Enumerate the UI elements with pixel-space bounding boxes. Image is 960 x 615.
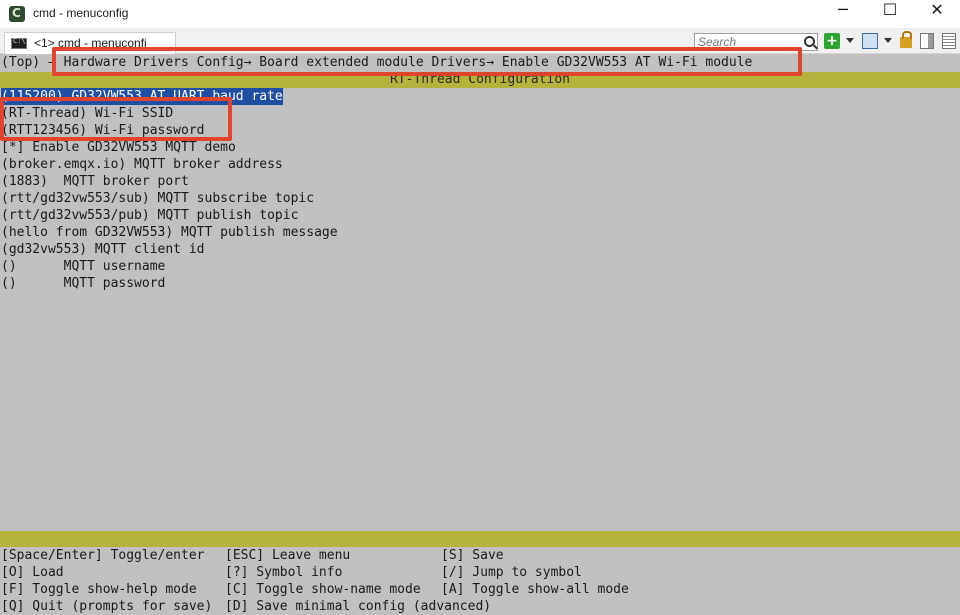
- menu-bottom-bar: [0, 531, 960, 547]
- close-button[interactable]: ✕: [914, 0, 960, 28]
- menu-item-publish-message[interactable]: (hello from GD32VW553) MQTT publish mess…: [1, 224, 338, 241]
- help-quit: [Q] Quit (prompts for save): [1, 599, 213, 614]
- chevron-down-icon[interactable]: [846, 38, 854, 43]
- terminal-app-icon: [9, 6, 25, 22]
- help-leave-menu: [ESC] Leave menu: [225, 548, 351, 563]
- help-show-name-mode: [C] Toggle show-name mode: [225, 582, 421, 597]
- menu-item-mqtt-demo[interactable]: [*] Enable GD32VW553 MQTT demo: [1, 139, 236, 156]
- menu-list-icon[interactable]: [942, 33, 956, 49]
- help-show-all-mode: [A] Toggle show-all mode: [441, 582, 629, 597]
- maximize-button[interactable]: ☐: [867, 0, 913, 28]
- wifi-credentials-highlight-box: [0, 97, 232, 141]
- console-icon: [11, 37, 27, 49]
- new-console-icon[interactable]: +: [824, 33, 840, 49]
- menu-item-password[interactable]: () MQTT password: [1, 275, 165, 292]
- menu-item-client-id[interactable]: (gd32vw553) MQTT client id: [1, 241, 205, 258]
- window-title: cmd - menuconfig: [33, 6, 129, 20]
- search-icon[interactable]: [804, 36, 815, 47]
- lock-icon[interactable]: [900, 31, 912, 48]
- breadcrumb-highlight-box: [52, 47, 802, 76]
- chevron-down-icon[interactable]: [884, 38, 892, 43]
- panel-icon[interactable]: [920, 33, 934, 49]
- help-jump-to-symbol: [/] Jump to symbol: [441, 565, 582, 580]
- menu-item-broker-address[interactable]: (broker.emqx.io) MQTT broker address: [1, 156, 283, 173]
- help-symbol-info: [?] Symbol info: [225, 565, 343, 580]
- help-show-help-mode: [F] Toggle show-help mode: [1, 582, 197, 597]
- help-toggle-enter: [Space/Enter] Toggle/enter: [1, 548, 205, 563]
- menu-item-subscribe-topic[interactable]: (rtt/gd32vw553/sub) MQTT subscribe topic: [1, 190, 314, 207]
- title-bar: cmd - menuconfig ─ ☐ ✕: [0, 0, 960, 28]
- help-load: [O] Load: [1, 565, 64, 580]
- menu-item-publish-topic[interactable]: (rtt/gd32vw553/pub) MQTT publish topic: [1, 207, 298, 224]
- layout-icon[interactable]: [862, 33, 878, 49]
- help-save: [S] Save: [441, 548, 504, 563]
- help-save-minimal: [D] Save minimal config (advanced): [225, 599, 492, 614]
- menu-item-username[interactable]: () MQTT username: [1, 258, 165, 275]
- minimize-button[interactable]: ─: [820, 0, 866, 28]
- menu-item-broker-port[interactable]: (1883) MQTT broker port: [1, 173, 189, 190]
